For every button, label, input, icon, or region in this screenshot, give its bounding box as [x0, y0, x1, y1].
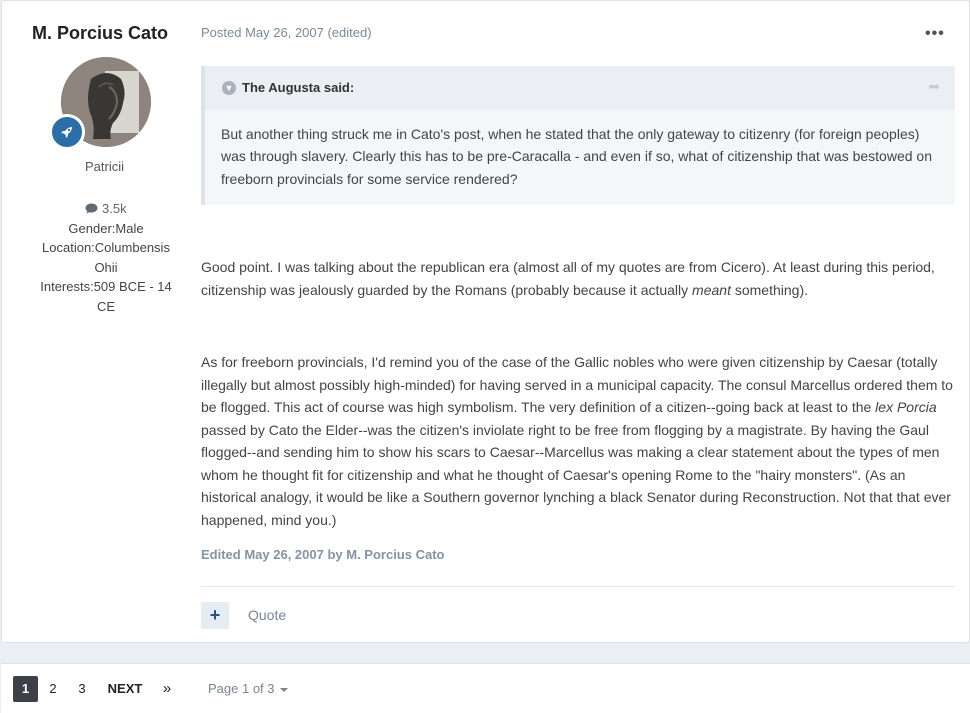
- multiquote-plus-button[interactable]: +: [201, 602, 229, 629]
- page-1-button[interactable]: 1: [13, 676, 38, 702]
- para1-text-b: something).: [730, 281, 809, 298]
- pagination: 1 2 3 NEXT » Page 1 of 3: [1, 663, 970, 713]
- author-name[interactable]: M. Porcius Cato: [32, 23, 168, 44]
- para1-text-a: Good point. I was talking about the repu…: [201, 259, 935, 298]
- quote-button[interactable]: Quote: [248, 607, 286, 623]
- member-group: Patricii: [84, 159, 124, 174]
- last-page-icon[interactable]: »: [160, 676, 174, 702]
- more-options-icon[interactable]: •••: [925, 25, 945, 43]
- para2-emphasis: lex Porcia: [875, 399, 937, 415]
- post-card: M. Porcius Cato Patricii 3.5k Gender:Mal…: [1, 0, 970, 643]
- page-jump-dropdown[interactable]: Page 1 of 3: [208, 676, 288, 702]
- post-count[interactable]: 3.5k: [32, 199, 180, 219]
- rank-rocket-icon: [49, 114, 85, 150]
- gender-label: Gender:: [68, 220, 116, 236]
- para1-emphasis: meant: [692, 281, 731, 298]
- share-arrow-icon[interactable]: ➦: [928, 78, 940, 95]
- divider: [201, 586, 955, 587]
- location-value: Columbensis Ohii: [94, 240, 170, 275]
- para2-text-b: passed by Cato the Elder--was the citize…: [201, 421, 951, 528]
- chevron-down-icon[interactable]: ▼: [222, 81, 236, 95]
- location-field: Location:Columbensis Ohii: [32, 238, 180, 277]
- edited-note: Edited May 26, 2007 by M. Porcius Cato: [201, 547, 445, 562]
- quote-citation[interactable]: ▼ The Augusta said: ➦: [205, 66, 955, 110]
- interests-field: Interests:509 BCE - 14 CE: [32, 277, 180, 316]
- comment-icon: [85, 201, 102, 216]
- post-paragraph-1: Good point. I was talking about the repu…: [201, 256, 953, 301]
- caret-down-icon: [279, 687, 288, 692]
- posted-date[interactable]: Posted May 26, 2007 (edited): [201, 25, 372, 40]
- post-count-value: 3.5k: [102, 201, 127, 216]
- interests-value: 509 BCE - 14 CE: [93, 279, 172, 314]
- quote-author: The Augusta said:: [242, 80, 355, 95]
- location-label: Location:: [42, 240, 95, 255]
- page-2-button[interactable]: 2: [45, 676, 61, 702]
- gender-value: Male: [115, 220, 144, 236]
- page-of-label: Page 1 of 3: [208, 681, 275, 696]
- post-paragraph-2: As for freeborn provincials, I'd remind …: [201, 351, 953, 531]
- gender-field: Gender:Male: [32, 219, 180, 239]
- quote-block: ▼ The Augusta said: ➦ But another thing …: [201, 66, 955, 205]
- page-3-button[interactable]: 3: [74, 676, 90, 702]
- quote-text: But another thing struck me in Cato's po…: [221, 126, 932, 187]
- next-page-button[interactable]: NEXT: [107, 676, 143, 702]
- para2-text-a: As for freeborn provincials, I'd remind …: [201, 354, 953, 415]
- interests-label: Interests:: [40, 279, 94, 294]
- author-stats: 3.5k Gender:Male Location:Columbensis Oh…: [32, 199, 180, 316]
